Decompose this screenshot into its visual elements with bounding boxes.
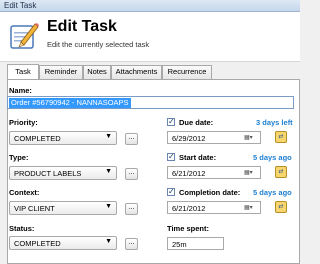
start-date-relative: 5 days ago <box>253 153 292 162</box>
due-date-picker-button[interactable]: ⇄ <box>275 131 287 143</box>
due-date-relative: 3 days left <box>256 118 293 127</box>
chevron-down-icon: ▼ <box>105 133 112 140</box>
completion-date-input[interactable]: 6/21/2012 ▦▾ <box>167 201 261 214</box>
completion-date-checkbox[interactable]: ✓ <box>167 187 175 196</box>
due-date-input[interactable]: 6/29/2012 ▦▾ <box>167 131 261 144</box>
completion-date-relative: 5 days ago <box>253 188 292 197</box>
priority-dropdown[interactable]: COMPLETED ▼ <box>9 131 117 145</box>
start-date-picker-button[interactable]: ⇄ <box>275 166 287 178</box>
title-bar[interactable]: Edit Task <box>0 0 300 12</box>
chevron-down-icon: ▼ <box>105 238 112 245</box>
completion-date-label: Completion date: <box>179 188 241 197</box>
status-browse-button[interactable]: ... <box>125 238 138 250</box>
calendar-icon[interactable]: ▦▾ <box>244 134 257 142</box>
pencil-icon <box>10 23 39 49</box>
type-label: Type: <box>9 153 29 162</box>
check-icon: ✓ <box>168 117 175 126</box>
calendar-icon[interactable]: ▦▾ <box>244 169 257 177</box>
edit-task-window: Edit Task Edit Task Edit the currently s… <box>0 0 300 264</box>
dialog-subtitle: Edit the currently selected task <box>47 40 150 49</box>
due-date-checkbox[interactable]: ✓ <box>167 117 175 126</box>
tab-task[interactable]: Task <box>7 64 39 79</box>
dialog-header: Edit Task Edit the currently selected ta… <box>0 12 300 62</box>
context-dropdown[interactable]: VIP CLIENT ▼ <box>9 201 117 215</box>
status-dropdown[interactable]: COMPLETED ▼ <box>9 236 117 250</box>
context-browse-button[interactable]: ... <box>125 203 138 215</box>
completion-date-value: 6/21/2012 <box>172 204 206 213</box>
name-value: Order #56790942 - NANNASOAPS <box>9 98 131 108</box>
chevron-down-icon: ▼ <box>105 203 112 210</box>
start-date-value: 6/21/2012 <box>172 169 206 178</box>
status-label: Status: <box>9 224 35 233</box>
type-dropdown[interactable]: PRODUCT LABELS ▼ <box>9 166 117 180</box>
start-date-checkbox[interactable]: ✓ <box>167 152 175 161</box>
check-icon: ✓ <box>168 187 175 196</box>
time-spent-input[interactable]: 25m <box>167 237 224 250</box>
chevron-down-icon: ▼ <box>105 168 112 175</box>
name-input[interactable]: Order #56790942 - NANNASOAPS <box>7 96 294 109</box>
due-date-value: 6/29/2012 <box>172 134 206 143</box>
calendar-icon[interactable]: ▦▾ <box>244 204 257 212</box>
priority-browse-button[interactable]: ... <box>125 133 138 145</box>
priority-label: Priority: <box>9 118 38 127</box>
start-date-label: Start date: <box>179 153 217 162</box>
context-value: VIP CLIENT <box>14 204 55 213</box>
tab-attachments[interactable]: Attachments <box>111 65 162 79</box>
tab-reminder[interactable]: Reminder <box>39 65 83 79</box>
priority-value: COMPLETED <box>14 134 61 143</box>
status-value: COMPLETED <box>14 239 61 248</box>
context-label: Context: <box>9 188 40 197</box>
check-icon: ✓ <box>168 152 175 161</box>
due-date-label: Due date: <box>179 118 214 127</box>
name-label: Name: <box>9 86 32 95</box>
tab-notes[interactable]: Notes <box>83 65 111 79</box>
type-value: PRODUCT LABELS <box>14 169 82 178</box>
type-browse-button[interactable]: ... <box>125 168 138 180</box>
dialog-title: Edit Task <box>47 18 117 35</box>
window-title: Edit Task <box>4 1 37 10</box>
tab-recurrence[interactable]: Recurrence <box>162 65 212 79</box>
completion-date-picker-button[interactable]: ⇄ <box>275 201 287 213</box>
time-spent-value: 25m <box>172 240 187 249</box>
time-spent-label: Time spent: <box>167 224 209 233</box>
start-date-input[interactable]: 6/21/2012 ▦▾ <box>167 166 261 179</box>
